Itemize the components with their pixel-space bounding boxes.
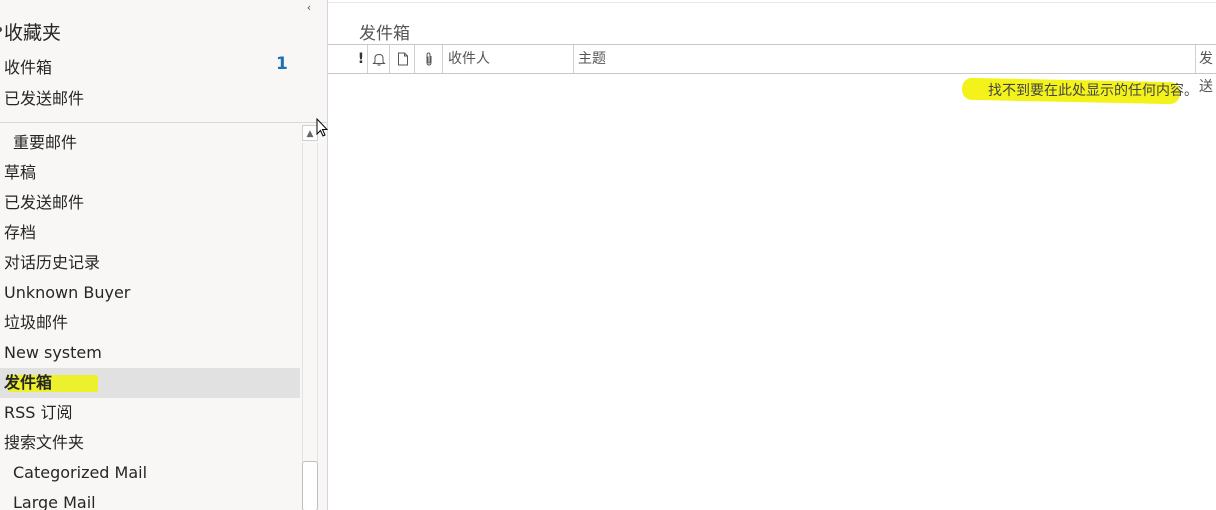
column-importance[interactable]: !: [355, 45, 368, 73]
column-reminder[interactable]: [368, 45, 390, 73]
message-list-pane: 发件箱 ! 收件人 主题 发送 找不到要在此处显示的任何内容。: [328, 0, 1216, 510]
scroll-thumb[interactable]: [302, 461, 318, 510]
favorites-item-inbox[interactable]: 收件箱: [4, 54, 52, 78]
folder-label: 重要邮件: [13, 133, 78, 152]
folder-label: RSS 订阅: [4, 403, 73, 422]
folder-item-search-folders[interactable]: 搜索文件夹: [0, 428, 300, 458]
favorites-header[interactable]: 收藏夹: [0, 18, 61, 45]
folder-label: 对话历史记录: [4, 253, 101, 272]
column-item-icon[interactable]: [390, 45, 415, 73]
folder-label: 草稿: [4, 163, 37, 182]
favorites-item-sent[interactable]: 已发送邮件: [4, 85, 84, 109]
divider: [0, 122, 327, 123]
column-header-row: ! 收件人 主题 发送: [328, 44, 1216, 95]
folder-item-junk[interactable]: 垃圾邮件: [0, 308, 300, 338]
folder-item-new-system[interactable]: New system: [0, 338, 300, 368]
folder-label: New system: [4, 343, 102, 362]
folder-item-large-mail[interactable]: Large Mail: [0, 488, 300, 510]
favorites-title: 收藏夹: [4, 22, 62, 44]
folder-item-drafts[interactable]: 草稿: [0, 158, 300, 188]
folder-item-conversation-history[interactable]: 对话历史记录: [0, 248, 300, 278]
mouse-pointer-icon: [316, 118, 328, 137]
folder-label: 存档: [4, 223, 37, 242]
empty-message-text: 找不到要在此处显示的任何内容。: [988, 83, 1198, 99]
column-sent[interactable]: 发送: [1196, 45, 1216, 95]
folder-label: 发件箱: [4, 373, 53, 392]
folder-label: Unknown Buyer: [4, 283, 131, 302]
folder-pane: ‹ 收藏夹 收件箱 1 已发送邮件 重要邮件 草稿 已发送邮件 存档 对话历史记…: [0, 0, 328, 510]
column-to[interactable]: 收件人: [443, 45, 574, 73]
folder-label: 已发送邮件: [4, 193, 85, 212]
collapse-pane-button[interactable]: ‹: [300, 0, 318, 16]
inbox-unread-count: 1: [276, 54, 288, 74]
empty-list-message: 找不到要在此处显示的任何内容。: [988, 80, 1198, 100]
folder-item-unknown-buyer[interactable]: Unknown Buyer: [0, 278, 300, 308]
column-attachment[interactable]: [415, 45, 443, 73]
folder-item-archive[interactable]: 存档: [0, 218, 300, 248]
folder-item-important[interactable]: 重要邮件: [0, 128, 300, 158]
bell-icon: [372, 53, 386, 66]
folder-item-categorized-mail[interactable]: Categorized Mail: [0, 458, 300, 488]
folder-title: 发件箱: [359, 24, 410, 44]
column-subject[interactable]: 主题: [574, 45, 1196, 73]
paperclip-icon: [426, 52, 432, 66]
folder-label: Categorized Mail: [13, 463, 148, 482]
folder-item-rss[interactable]: RSS 订阅: [0, 398, 300, 428]
folder-label: Large Mail: [13, 493, 96, 510]
collapse-caret-icon[interactable]: [0, 27, 2, 32]
folder-label: 搜索文件夹: [4, 433, 85, 452]
folder-item-sent[interactable]: 已发送邮件: [0, 188, 300, 218]
folder-scrollbar[interactable]: ▲: [300, 125, 320, 510]
scroll-track[interactable]: [302, 143, 318, 463]
document-icon: [398, 52, 408, 66]
divider: [328, 2, 1216, 3]
folder-item-outbox[interactable]: 发件箱: [0, 368, 300, 398]
folder-list: 重要邮件 草稿 已发送邮件 存档 对话历史记录 Unknown Buyer 垃圾…: [0, 128, 300, 510]
folder-label: 垃圾邮件: [4, 313, 69, 332]
